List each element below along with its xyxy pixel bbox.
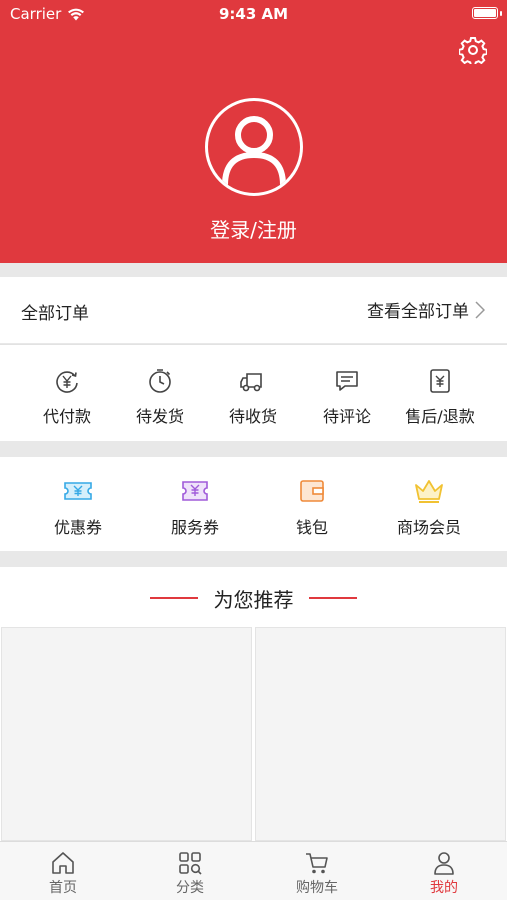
tab-category[interactable]: 分类 bbox=[140, 850, 240, 897]
clock-icon bbox=[149, 369, 171, 393]
divider bbox=[309, 597, 357, 599]
login-register-link[interactable]: 登录/注册 bbox=[0, 214, 507, 243]
wallet-icon bbox=[300, 480, 324, 502]
order-status-label: 待发货 bbox=[135, 407, 184, 426]
tab-home[interactable]: 首页 bbox=[13, 850, 113, 897]
battery-icon bbox=[472, 7, 498, 19]
product-card[interactable] bbox=[1, 627, 252, 841]
refund-icon bbox=[430, 369, 450, 393]
service-label: 服务券 bbox=[170, 518, 219, 537]
recommend-products bbox=[0, 625, 507, 841]
settings-gear-icon[interactable] bbox=[459, 36, 487, 64]
product-card[interactable] bbox=[255, 627, 506, 841]
user-icon bbox=[434, 852, 454, 875]
status-bar: Carrier 9:43 AM bbox=[0, 0, 507, 28]
tab-label: 购物车 bbox=[296, 880, 338, 896]
service-ticket-icon bbox=[182, 481, 208, 501]
all-orders-title: 全部订单 bbox=[21, 304, 89, 324]
services-grid: 优惠券 服务券 钱包 商场会员 bbox=[0, 457, 507, 551]
service-coupon[interactable]: 优惠券 bbox=[23, 477, 133, 538]
category-icon bbox=[179, 852, 202, 875]
user-avatar-icon bbox=[222, 116, 286, 186]
home-icon bbox=[52, 852, 74, 874]
service-label: 商场会员 bbox=[396, 518, 461, 537]
recommend-title: 为您推荐 bbox=[213, 588, 294, 612]
tab-cart[interactable]: 购物车 bbox=[267, 850, 367, 897]
truck-icon bbox=[240, 373, 262, 392]
order-status-to-review[interactable]: 待评论 bbox=[297, 367, 397, 427]
service-label: 钱包 bbox=[295, 518, 328, 537]
status-time: 9:43 AM bbox=[218, 5, 289, 23]
service-service-ticket[interactable]: 服务券 bbox=[140, 477, 250, 538]
tab-bar: 首页 分类 购物车 我的 bbox=[0, 841, 507, 900]
order-status-to-ship[interactable]: 待发货 bbox=[110, 367, 210, 427]
order-status-label: 待收货 bbox=[228, 407, 277, 426]
view-all-orders-label: 查看全部订单 bbox=[367, 302, 469, 322]
avatar[interactable] bbox=[205, 98, 303, 196]
tab-label: 分类 bbox=[176, 880, 204, 896]
chevron-right-icon bbox=[475, 300, 485, 319]
crown-icon bbox=[415, 480, 443, 503]
order-status-label: 待评论 bbox=[322, 407, 371, 426]
yen-refresh-icon bbox=[56, 371, 78, 393]
service-label: 优惠券 bbox=[53, 518, 102, 537]
cart-icon bbox=[306, 853, 328, 874]
order-status-pending-payment[interactable]: 代付款 bbox=[17, 367, 117, 427]
tab-label: 首页 bbox=[49, 880, 77, 896]
service-wallet[interactable]: 钱包 bbox=[257, 477, 367, 538]
order-status-after-sales[interactable]: 售后/退款 bbox=[390, 367, 490, 427]
order-status-to-receive[interactable]: 待收货 bbox=[203, 367, 303, 427]
all-orders-row[interactable]: 全部订单 查看全部订单 bbox=[0, 277, 507, 343]
tab-label: 我的 bbox=[430, 880, 458, 896]
service-mall-member[interactable]: 商场会员 bbox=[374, 477, 484, 538]
order-status-bar: 代付款 待发货 待收货 待评论 售后/退款 bbox=[0, 345, 507, 441]
order-status-label: 代付款 bbox=[42, 407, 91, 426]
comment-icon bbox=[336, 371, 358, 391]
tab-mine[interactable]: 我的 bbox=[394, 850, 494, 897]
coupon-icon bbox=[64, 482, 92, 500]
recommend-header: 为您推荐 bbox=[0, 567, 507, 625]
profile-header: Carrier 9:43 AM 登录/注册 bbox=[0, 0, 507, 263]
view-all-orders-link[interactable]: 查看全部订单 bbox=[367, 297, 485, 322]
order-status-label: 售后/退款 bbox=[405, 407, 475, 426]
